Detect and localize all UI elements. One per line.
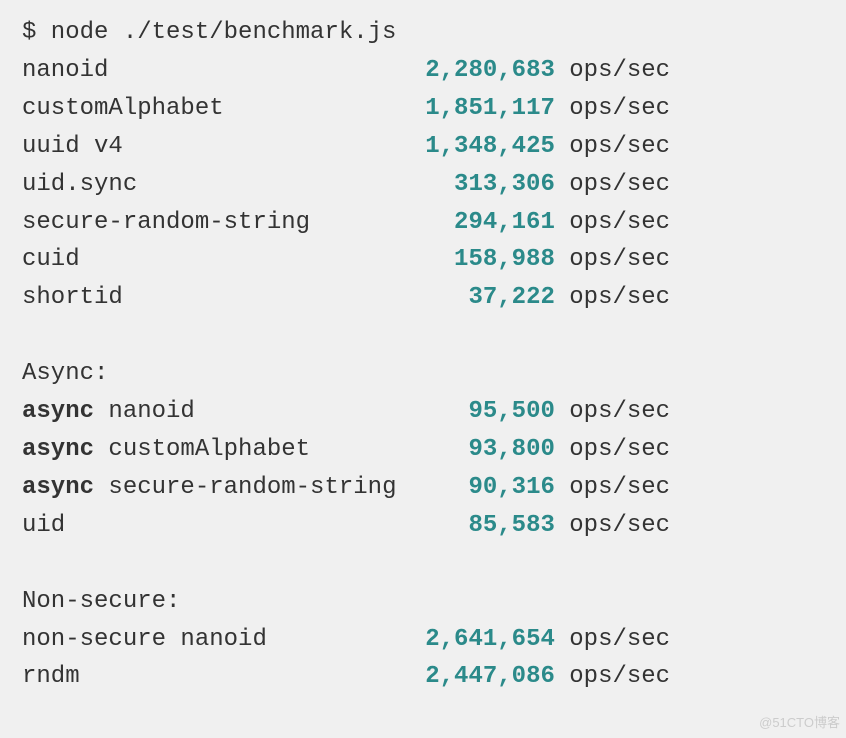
- benchmark-row: customAlphabet 1,851,117ops/sec: [22, 90, 824, 128]
- benchmark-value: 2,641,654: [411, 621, 555, 659]
- benchmark-row: non-secure nanoid 2,641,654ops/sec: [22, 621, 824, 659]
- benchmark-row: nanoid 2,280,683ops/sec: [22, 52, 824, 90]
- benchmark-unit: ops/sec: [555, 204, 670, 242]
- benchmark-unit: ops/sec: [555, 241, 670, 279]
- command-prompt: $ node ./test/benchmark.js: [22, 14, 824, 52]
- benchmark-unit: ops/sec: [555, 621, 670, 659]
- benchmark-unit: ops/sec: [555, 507, 670, 545]
- benchmark-row: async nanoid 95,500ops/sec: [22, 393, 824, 431]
- benchmark-unit: ops/sec: [555, 469, 670, 507]
- benchmark-name: cuid: [22, 241, 411, 279]
- benchmark-value: 1,348,425: [411, 128, 555, 166]
- benchmark-name: rndm: [22, 658, 411, 696]
- benchmark-unit: ops/sec: [555, 52, 670, 90]
- benchmark-value: 90,316: [411, 469, 555, 507]
- blank-line: [22, 317, 824, 355]
- blank-line: [22, 545, 824, 583]
- benchmark-name: nanoid: [22, 52, 411, 90]
- benchmark-name: async nanoid: [22, 393, 411, 431]
- benchmark-row: uuid v4 1,348,425ops/sec: [22, 128, 824, 166]
- benchmark-name: uid: [22, 507, 411, 545]
- watermark: @51CTO博客: [759, 713, 840, 734]
- section-heading: Async:: [22, 355, 824, 393]
- benchmark-unit: ops/sec: [555, 90, 670, 128]
- benchmark-value: 2,280,683: [411, 52, 555, 90]
- benchmark-unit: ops/sec: [555, 128, 670, 166]
- benchmark-name: non-secure nanoid: [22, 621, 411, 659]
- benchmark-value: 95,500: [411, 393, 555, 431]
- benchmark-value: 85,583: [411, 507, 555, 545]
- benchmark-row: async secure-random-string 90,316ops/sec: [22, 469, 824, 507]
- benchmark-value: 313,306: [411, 166, 555, 204]
- benchmark-value: 158,988: [411, 241, 555, 279]
- benchmark-unit: ops/sec: [555, 431, 670, 469]
- benchmark-value: 1,851,117: [411, 90, 555, 128]
- benchmark-name: shortid: [22, 279, 411, 317]
- benchmark-row: uid 85,583ops/sec: [22, 507, 824, 545]
- benchmark-unit: ops/sec: [555, 658, 670, 696]
- benchmark-row: async customAlphabet 93,800ops/sec: [22, 431, 824, 469]
- benchmark-row: cuid 158,988ops/sec: [22, 241, 824, 279]
- benchmark-value: 93,800: [411, 431, 555, 469]
- benchmark-row: uid.sync 313,306ops/sec: [22, 166, 824, 204]
- benchmark-row: secure-random-string 294,161ops/sec: [22, 204, 824, 242]
- benchmark-unit: ops/sec: [555, 166, 670, 204]
- terminal-output: $ node ./test/benchmark.jsnanoid 2,280,6…: [22, 14, 824, 696]
- benchmark-name: async customAlphabet: [22, 431, 411, 469]
- benchmark-unit: ops/sec: [555, 393, 670, 431]
- benchmark-unit: ops/sec: [555, 279, 670, 317]
- benchmark-value: 2,447,086: [411, 658, 555, 696]
- benchmark-value: 37,222: [411, 279, 555, 317]
- benchmark-row: rndm 2,447,086ops/sec: [22, 658, 824, 696]
- section-heading: Non-secure:: [22, 583, 824, 621]
- benchmark-name: customAlphabet: [22, 90, 411, 128]
- benchmark-row: shortid 37,222ops/sec: [22, 279, 824, 317]
- benchmark-name: async secure-random-string: [22, 469, 411, 507]
- benchmark-name: secure-random-string: [22, 204, 411, 242]
- benchmark-value: 294,161: [411, 204, 555, 242]
- benchmark-name: uid.sync: [22, 166, 411, 204]
- benchmark-name: uuid v4: [22, 128, 411, 166]
